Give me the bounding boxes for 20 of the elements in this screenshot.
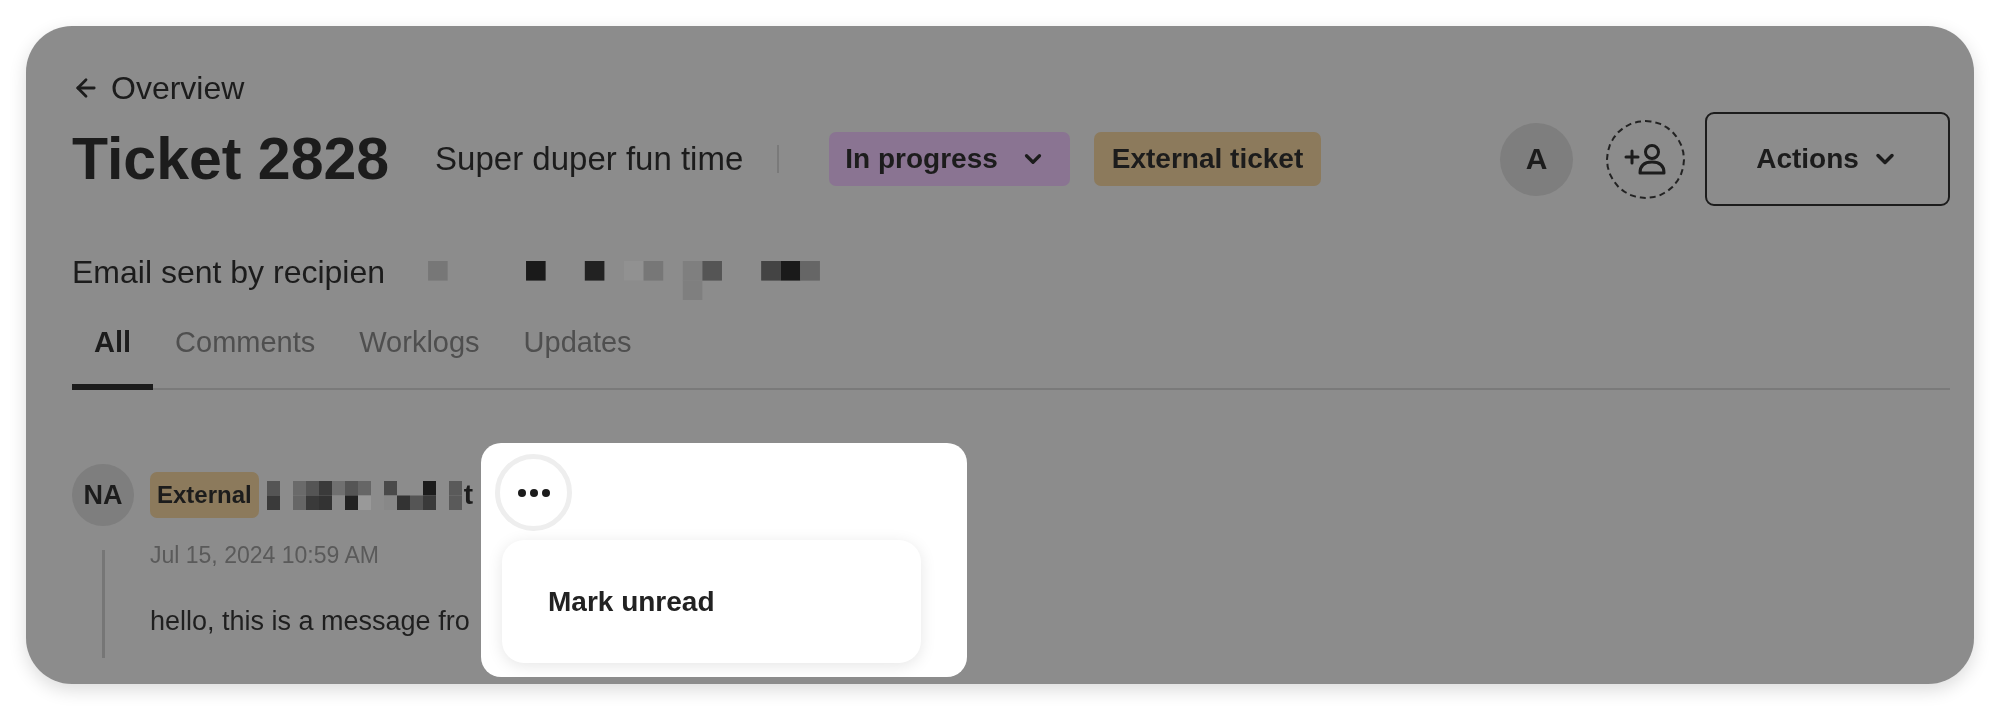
ticket-title: Ticket 2828 xyxy=(72,126,390,192)
menu-item[interactable]: Mark unread xyxy=(548,585,715,618)
ellipsis-icon xyxy=(517,488,550,497)
tab[interactable]: Worklogs xyxy=(337,324,502,390)
external-badge: External xyxy=(150,472,259,518)
back-link[interactable]: Overview xyxy=(72,68,245,108)
assignee-avatar[interactable]: A xyxy=(1500,122,1573,196)
add-user-icon xyxy=(1623,143,1668,175)
tab[interactable]: Comments xyxy=(153,324,338,390)
comment-body: hello, this is a message fro xyxy=(150,605,471,638)
status-dropdown[interactable]: In progress xyxy=(829,132,1070,186)
sender-label: Email sent by recipien xyxy=(72,253,386,292)
commenter-avatar: NA xyxy=(72,464,134,526)
tab[interactable]: All xyxy=(72,324,154,390)
ticket-subtitle: Super duper fun time xyxy=(435,140,744,178)
ticket-tag: External ticket xyxy=(1093,132,1322,186)
tab[interactable]: Updates xyxy=(501,324,654,390)
author-name: t xyxy=(463,479,474,511)
actions-button[interactable]: Actions xyxy=(1705,112,1950,206)
add-assignee-button[interactable] xyxy=(1606,119,1685,199)
